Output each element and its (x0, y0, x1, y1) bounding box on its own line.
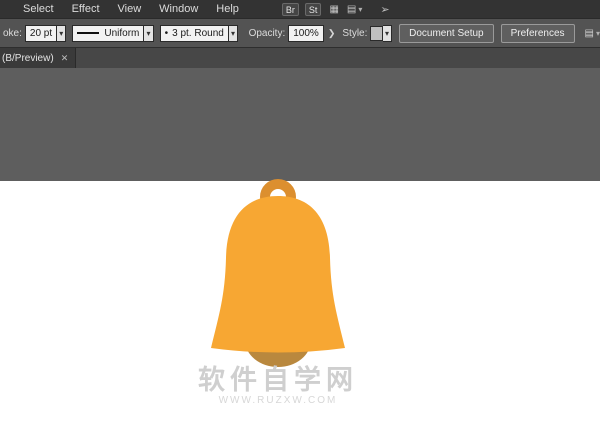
document-setup-button[interactable]: Document Setup (399, 24, 494, 43)
document-tab[interactable]: (B/Preview) ✕ (0, 48, 76, 68)
control-bar: oke: 20 pt ▾ Uniform ▾ • 3 pt. Round ▾ O… (0, 18, 600, 48)
document-tab-bar: (B/Preview) ✕ (0, 48, 600, 68)
menu-window[interactable]: Window (150, 0, 207, 18)
brush-value: 3 pt. Round (172, 28, 224, 39)
stroke-weight-dropdown-icon[interactable]: ▾ (57, 25, 66, 42)
stroke-label: oke: (3, 28, 22, 39)
menu-effect[interactable]: Effect (63, 0, 109, 18)
illustrator-window: Select Effect View Window Help Br St ▦ ▤… (0, 0, 600, 425)
menu-view[interactable]: View (109, 0, 151, 18)
brush-dot-icon: • (165, 28, 169, 39)
stock-button[interactable]: St (305, 3, 322, 16)
opacity-input[interactable]: 100% (288, 25, 324, 42)
align-options-chevron-icon[interactable]: ▾ (596, 29, 600, 38)
bell-body (211, 196, 345, 353)
align-options-icon[interactable]: ▤ (585, 28, 594, 39)
menu-bar: Select Effect View Window Help Br St ▦ ▤… (0, 0, 600, 18)
stroke-profile-line-icon (77, 32, 99, 34)
bridge-button[interactable]: Br (282, 3, 299, 16)
brush-dropdown-icon[interactable]: ▾ (229, 25, 238, 42)
preferences-button[interactable]: Preferences (501, 24, 575, 43)
width-profile-value: Uniform (104, 28, 139, 39)
style-swatch[interactable] (370, 26, 382, 41)
close-icon[interactable]: ✕ (61, 53, 69, 64)
menu-select[interactable]: Select (14, 0, 63, 18)
bell-artwork (0, 68, 600, 425)
width-profile-dropdown-icon[interactable]: ▾ (144, 25, 153, 42)
share-icon[interactable]: ➢ (380, 3, 389, 16)
document-tab-title: (B/Preview) (2, 53, 54, 64)
chevron-down-icon[interactable]: ▾ (358, 5, 362, 14)
opacity-flyout-icon[interactable]: ❯ (328, 28, 336, 39)
style-dropdown-icon[interactable]: ▾ (383, 25, 392, 42)
opacity-label: Opacity: (249, 28, 286, 39)
arrange-documents-icon[interactable]: ▦ (329, 4, 338, 15)
menu-help[interactable]: Help (207, 0, 248, 18)
brush-select[interactable]: • 3 pt. Round (160, 25, 229, 42)
workspace-switcher-icon[interactable]: ▤ (347, 4, 356, 15)
width-profile-select[interactable]: Uniform (72, 25, 144, 42)
stroke-weight-input[interactable]: 20 pt (25, 25, 57, 42)
style-label: Style: (342, 28, 367, 39)
